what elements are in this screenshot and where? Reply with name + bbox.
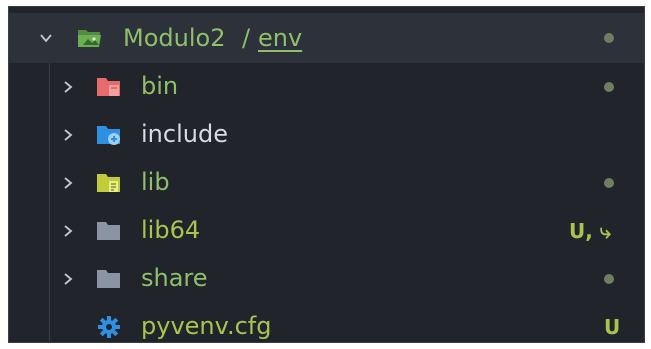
root-folder-name: Modulo2: [123, 24, 226, 52]
chevron-right-icon[interactable]: [61, 176, 75, 190]
git-status-badge: U: [604, 315, 621, 339]
tree-item-label: share: [141, 264, 208, 292]
tree-item-label: bin: [141, 72, 179, 100]
tree-item-pyvenv-cfg[interactable]: pyvenv.cfg U: [9, 303, 644, 342]
folder-lib-icon: [96, 172, 122, 194]
tree-item-include[interactable]: include: [9, 111, 644, 159]
gear-icon: [96, 316, 122, 338]
root-subfolder-link[interactable]: env: [258, 23, 302, 53]
tree-item-label: lib: [141, 168, 170, 196]
tree-item-lib64[interactable]: lib64 U, ⤷: [9, 207, 644, 255]
folder-icon: [96, 268, 122, 290]
modified-dot: [604, 82, 614, 92]
chevron-right-icon[interactable]: [61, 224, 75, 238]
chevron-right-icon[interactable]: [61, 80, 75, 94]
modified-dot: [604, 274, 614, 284]
folder-include-icon: [96, 124, 122, 146]
modified-dot: [604, 178, 614, 188]
chevron-down-icon[interactable]: [39, 31, 53, 45]
file-explorer-panel: Modulo2 / env bin include lib lib64 U, ⤷…: [8, 6, 645, 343]
tree-item-lib[interactable]: lib: [9, 159, 644, 207]
folder-bin-icon: [96, 76, 122, 98]
tree-item-label: lib64: [141, 216, 201, 244]
folder-open-icon: [77, 27, 103, 49]
tree-item-label: pyvenv.cfg: [141, 312, 272, 340]
tree-item-share[interactable]: share: [9, 255, 644, 303]
chevron-right-icon[interactable]: [61, 272, 75, 286]
folder-icon: [96, 220, 122, 242]
tree-item-label: include: [141, 120, 228, 148]
path-separator: /: [242, 24, 251, 52]
tree-root-row[interactable]: Modulo2 / env: [9, 13, 644, 63]
chevron-right-icon[interactable]: [61, 128, 75, 142]
git-status-badge: U, ⤷: [569, 219, 612, 243]
modified-dot: [604, 33, 614, 43]
tree-item-bin[interactable]: bin: [9, 63, 644, 111]
